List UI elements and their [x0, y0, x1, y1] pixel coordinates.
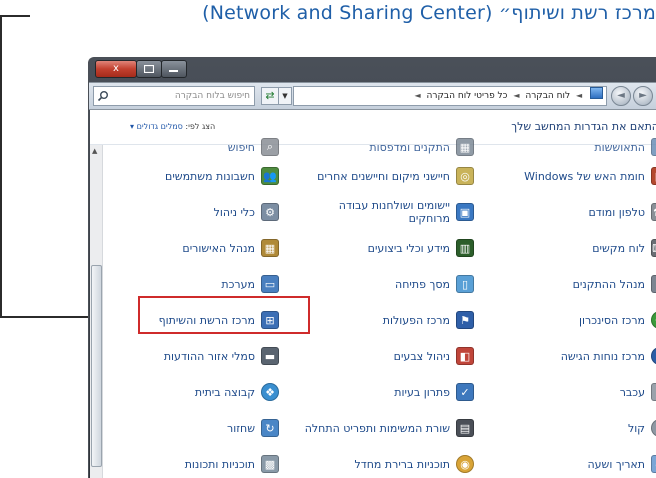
notification-icons-icon: ▬ — [261, 347, 279, 365]
sync-center-icon: ⟳ — [651, 311, 656, 329]
system-icon: ▭ — [261, 275, 279, 293]
list-item-homegroup[interactable]: ❖ קבוצה ביתית — [109, 376, 279, 408]
list-item-mouse[interactable]: ◖ עכבר — [514, 376, 656, 408]
list-item-remote-desktop[interactable]: ▣ יישומים ושולחנות עבודה מרוחקים — [304, 196, 474, 228]
breadcrumb-separator-icon: ◄ — [575, 91, 583, 100]
phone-modem-icon: ☎ — [651, 203, 656, 221]
firewall-icon: ▤ — [651, 167, 656, 185]
list-item-taskbar-start[interactable]: ▤ שורת המשימות ותפריט התחלה — [304, 412, 474, 444]
list-item-user-accounts[interactable]: 👥 חשבונות משתמשים — [109, 160, 279, 192]
search-input[interactable]: חיפוש בלוח הבקרה — [93, 86, 255, 106]
list-item-system[interactable]: ▭ מערכת — [109, 268, 279, 300]
list-item-devices-printers[interactable]: ▦ התקנים ומדפסות — [304, 131, 474, 163]
breadcrumb-separator-icon: ◄ — [414, 91, 421, 100]
view-by-value[interactable]: סמלים גדולים — [137, 122, 183, 131]
list-item-network-sharing-center[interactable]: ⊞ מרכז הרשת והשיתוף — [109, 304, 279, 336]
list-item-device-manager[interactable]: ⊞ מנהל ההתקנים — [514, 268, 656, 300]
list-item-credential-manager[interactable]: ▦ מנהל האישורים — [109, 232, 279, 264]
title-bar[interactable]: x — [89, 58, 656, 81]
list-item-windows-firewall[interactable]: ▤ חומת האש של Windows — [514, 160, 656, 192]
chevron-down-icon[interactable]: ▾ — [130, 122, 134, 131]
default-programs-icon: ◉ — [456, 455, 474, 473]
search-options-icon: ⌕ — [261, 138, 279, 156]
search-icon[interactable] — [97, 90, 109, 102]
action-center-flag-icon: ⚑ — [456, 311, 474, 329]
list-item-sync-center[interactable]: ⟳ מרכז הסינכרון — [514, 304, 656, 336]
breadcrumb-control-panel[interactable]: לוח הבקרה — [525, 91, 570, 101]
refresh-icon: ⇄ — [265, 89, 275, 102]
list-item-troubleshooting[interactable]: ✓ פתרון בעיות — [304, 376, 474, 408]
taskbar-start-icon: ▤ — [456, 419, 474, 437]
list-item-performance[interactable]: ▥ מידע וכלי ביצועים — [304, 232, 474, 264]
back-button[interactable]: ► — [633, 86, 653, 106]
list-item-date-time[interactable]: ◷ תאריך ושעה — [514, 448, 656, 478]
credential-manager-icon: ▦ — [261, 239, 279, 257]
scroll-up-icon[interactable]: ▲ — [92, 147, 97, 155]
list-item-ease-of-access[interactable]: ♿ מרכז נוחות הגישה — [514, 340, 656, 372]
scroll-thumb[interactable] — [91, 265, 102, 467]
list-item-default-programs[interactable]: ◉ תוכניות ברירת מחדל — [304, 448, 474, 478]
list-item-recovery[interactable]: ↺ התאוששות — [514, 131, 656, 163]
callout-line-vertical — [0, 15, 2, 318]
control-panel-window: x חיפוש בלוח הבקרה ⇄ ▼ ◄ לוח הבקרה ◄ כל … — [88, 57, 656, 478]
homegroup-icon: ❖ — [261, 383, 279, 401]
list-item-keyboard[interactable]: ⌨ לוח מקשים — [514, 232, 656, 264]
location-sensors-icon: ◎ — [456, 167, 474, 185]
minimize-icon — [169, 70, 178, 72]
forward-button[interactable]: ◄ — [611, 86, 631, 106]
list-item-color-management[interactable]: ◧ ניהול צבעים — [304, 340, 474, 372]
performance-icon: ▥ — [456, 239, 474, 257]
list-item-restore[interactable]: ↻ שחזור — [109, 412, 279, 444]
arrow-left-icon: ◄ — [617, 90, 625, 101]
navigation-bar: חיפוש בלוח הבקרה ⇄ ▼ ◄ לוח הבקרה ◄ כל פר… — [89, 82, 656, 110]
list-item-location-sensors[interactable]: ◎ חיישני מיקום וחיישנים אחרים — [304, 160, 474, 192]
content-pane: התאם את הגדרות המחשב שלך הצג לפי: סמלים … — [90, 110, 656, 478]
start-screen-icon: ▯ — [456, 275, 474, 293]
vertical-scrollbar[interactable]: ▲ — [90, 145, 103, 478]
admin-tools-icon: ⚙ — [261, 203, 279, 221]
remote-desktop-icon: ▣ — [456, 203, 474, 221]
user-accounts-icon: 👥 — [261, 167, 279, 185]
list-item-admin-tools[interactable]: ⚙ כלי ניהול — [109, 196, 279, 228]
breadcrumb-all-items[interactable]: כל פריטי לוח הבקרה — [427, 91, 508, 101]
search-placeholder: חיפוש בלוח הבקרה — [174, 91, 250, 101]
devices-printers-icon: ▦ — [456, 138, 474, 156]
device-manager-icon: ⊞ — [651, 275, 656, 293]
chevron-down-icon: ▼ — [282, 92, 288, 100]
maximize-icon — [143, 64, 155, 74]
items-grid: ↺ התאוששות ▦ התקנים ומדפסות ⌕ חיפוש ▤ חו… — [104, 138, 656, 478]
view-by-label: הצג לפי: — [185, 122, 216, 131]
history-nav: ◄ ► — [609, 85, 656, 107]
list-item-action-center[interactable]: ⚑ מרכז הפעולות — [304, 304, 474, 336]
address-bar[interactable]: ◄ לוח הבקרה ◄ כל פריטי לוח הבקרה ◄ — [293, 86, 607, 106]
list-item-programs-features[interactable]: ▩ תוכניות ותכונות — [109, 448, 279, 478]
refresh-button[interactable]: ⇄ — [261, 87, 279, 105]
breadcrumb-separator-icon: ◄ — [513, 91, 520, 100]
color-management-icon: ◧ — [456, 347, 474, 365]
view-by-control[interactable]: הצג לפי: סמלים גדולים ▾ — [130, 122, 215, 131]
list-item-search-options[interactable]: ⌕ חיפוש — [109, 131, 279, 163]
keyboard-icon: ⌨ — [651, 239, 656, 257]
arrow-right-icon: ► — [639, 90, 647, 101]
maximize-button[interactable] — [136, 60, 162, 78]
caption-title: מרכז רשת ושיתוף״ (Network and Sharing Ce… — [202, 2, 656, 24]
list-item-start-screen[interactable]: ▯ מסך פתיחה — [304, 268, 474, 300]
network-sharing-icon: ⊞ — [261, 311, 279, 329]
restore-icon: ↻ — [261, 419, 279, 437]
minimize-button[interactable] — [161, 60, 187, 78]
date-time-icon: ◷ — [651, 455, 656, 473]
callout-line-top — [0, 15, 30, 17]
list-item-notification-icons[interactable]: ▬ סמלי אזור ההודעות — [109, 340, 279, 372]
control-panel-icon — [590, 87, 603, 99]
mouse-icon: ◖ — [651, 383, 656, 401]
list-item-phone-modem[interactable]: ☎ טלפון ומודם — [514, 196, 656, 228]
address-dropdown-button[interactable]: ▼ — [278, 87, 292, 105]
troubleshooting-icon: ✓ — [456, 383, 474, 401]
programs-features-icon: ▩ — [261, 455, 279, 473]
ease-of-access-icon: ♿ — [651, 347, 656, 365]
recovery-icon: ↺ — [651, 138, 656, 156]
sound-icon: ♪ — [651, 419, 656, 437]
close-button[interactable]: x — [95, 60, 137, 78]
list-item-sound[interactable]: ♪ קול — [514, 412, 656, 444]
